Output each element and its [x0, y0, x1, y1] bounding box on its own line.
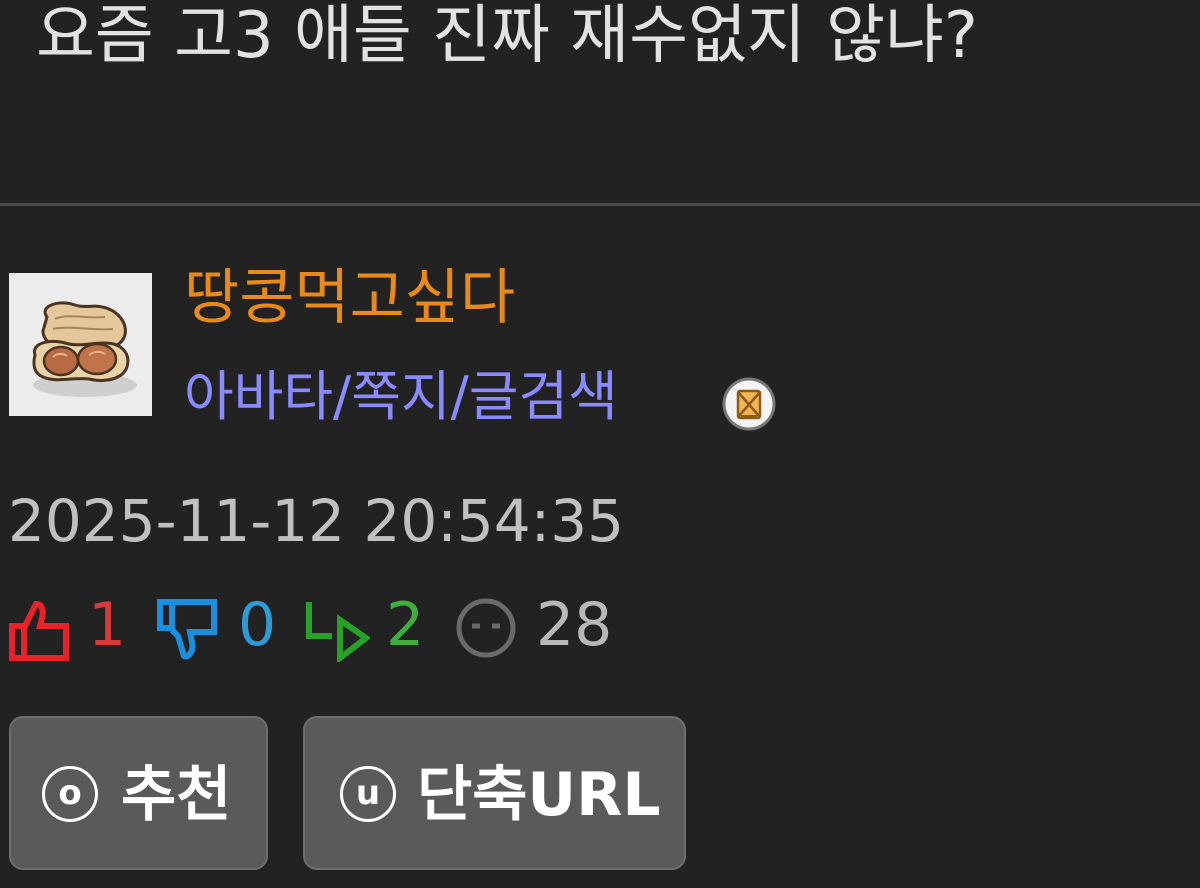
views-face-icon [454, 596, 520, 666]
thumbs-up-icon-svg [9, 600, 69, 661]
short-url-label: 단축URL [417, 760, 661, 830]
shortcut-key-u: u [340, 766, 396, 822]
thumbs-down-icon-svg [157, 599, 217, 660]
divider [0, 203, 1200, 206]
thumbs-up-icon[interactable] [8, 596, 74, 666]
views-count: 28 [536, 590, 613, 660]
shortcut-key-o: o [42, 766, 98, 822]
short-url-button[interactable]: u 단축URL [303, 716, 686, 870]
upvote-count: 1 [88, 590, 127, 660]
thumbs-down-icon[interactable] [156, 596, 222, 666]
views-face-icon-svg [456, 598, 516, 658]
post-view: 요즘 고3 애들 진짜 재수없지 않냐? 땅콩먹고싶다 아바타/쪽지/글검색 2… [0, 0, 1200, 888]
post-stats: 1 0 2 28 [8, 590, 648, 666]
reply-count: 2 [386, 590, 425, 660]
post-title: 요즘 고3 애들 진짜 재수없지 않냐? [36, 0, 978, 72]
reply-arrow-icon [304, 596, 372, 666]
author-links[interactable]: 아바타/쪽지/글검색 [184, 362, 618, 432]
recommend-button[interactable]: o 추천 [9, 716, 268, 870]
reply-arrow-icon-svg [306, 602, 372, 665]
author-avatar[interactable] [9, 273, 152, 416]
envelope-badge-icon-svg [722, 377, 776, 431]
downvote-count: 0 [238, 590, 277, 660]
author-name[interactable]: 땅콩먹고싶다 [184, 260, 515, 336]
recommend-label: 추천 [121, 760, 232, 830]
peanut-avatar-icon [9, 273, 152, 416]
post-datetime: 2025-11-12 20:54:35 [8, 487, 624, 555]
envelope-badge-icon[interactable] [721, 376, 777, 432]
